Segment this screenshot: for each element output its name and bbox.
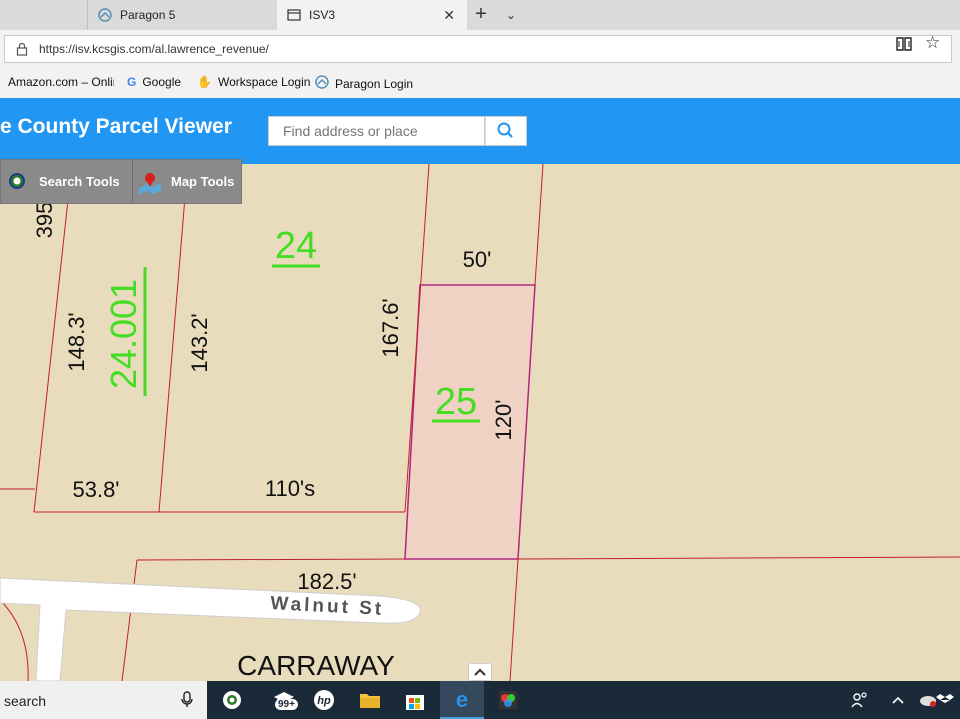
taskbar-search[interactable]: search [0, 681, 207, 719]
dimension-label: 120' [491, 400, 516, 441]
search-tools-label: Search Tools [39, 174, 120, 189]
reading-view-icon[interactable] [895, 36, 913, 52]
tab-label: Paragon 5 [120, 8, 176, 22]
dropbox-icon[interactable] [930, 681, 960, 719]
dimension-label: 148.3' [64, 312, 89, 371]
dimension-label: 110's [265, 476, 315, 501]
page-icon [287, 8, 301, 22]
dimension-label: 167.6' [378, 298, 403, 357]
url-field[interactable]: https://isv.kcsgis.com/al.lawrence_reven… [4, 35, 952, 63]
paragon-icon [98, 8, 112, 22]
tab-label: ISV3 [309, 8, 336, 22]
dimension-label: 50' [463, 247, 492, 272]
google-icon: G [127, 75, 137, 89]
parcel-map[interactable]: 24 24.001 25 395 148.3' 143.2' 167.6' 50… [0, 164, 960, 681]
mail-icon[interactable]: 99+ [262, 681, 306, 719]
dimension-label: 182.5' [297, 569, 356, 594]
store-icon[interactable] [393, 681, 437, 719]
paragon-icon [315, 75, 329, 92]
favorite-google[interactable]: G Google [127, 75, 181, 89]
tab-isv3[interactable]: ISV3 ✕ [277, 0, 467, 30]
svg-text:e: e [456, 688, 468, 710]
tab-bar: Paragon 5 ISV3 ✕ + ⌄ [0, 0, 960, 30]
app-title: e County Parcel Viewer [0, 115, 232, 138]
favorites-bar: Amazon.com – Onlin G Google ✋ Workspace … [0, 68, 960, 98]
lot-number-24001[interactable]: 24.001 [103, 279, 144, 389]
workspace-icon: ✋ [197, 75, 212, 89]
app-header: e County Parcel Viewer [0, 98, 960, 164]
notification-badge: 99+ [275, 699, 298, 710]
favorite-workspace[interactable]: ✋ Workspace Login [197, 75, 310, 89]
chevron-up-icon [474, 668, 486, 676]
tab-paragon[interactable]: Paragon 5 [87, 0, 277, 30]
search-icon [497, 122, 513, 138]
dimension-label: 53.8' [72, 477, 119, 502]
edge-icon[interactable]: e [440, 681, 484, 719]
favorite-paragon[interactable]: Paragon Login [315, 75, 413, 92]
search-button[interactable] [485, 116, 527, 146]
dimension-label: 143.2' [187, 313, 212, 372]
microphone-icon[interactable] [180, 691, 194, 709]
url-text: https://isv.kcsgis.com/al.lawrence_reven… [39, 42, 269, 56]
search-tools-icon [9, 172, 25, 189]
address-search-box[interactable] [268, 116, 485, 146]
lot-number-25[interactable]: 25 [435, 381, 477, 423]
lock-icon [16, 42, 28, 56]
tab-list-button[interactable]: ⌄ [500, 5, 522, 27]
hp-icon[interactable]: hp [302, 681, 346, 719]
map-tools-button[interactable]: Map Tools [132, 160, 243, 203]
photos-app-icon[interactable] [486, 681, 530, 719]
map-tools-icon [139, 172, 161, 194]
scroll-up-button[interactable] [468, 663, 492, 681]
favorite-star-icon[interactable]: ☆ [925, 33, 940, 53]
taskbar: search 99+ hp e [0, 681, 960, 719]
address-search-input[interactable] [281, 117, 485, 145]
search-tools-button[interactable]: Search Tools [1, 160, 131, 203]
new-tab-button[interactable]: + [470, 4, 492, 26]
address-bar: https://isv.kcsgis.com/al.lawrence_reven… [0, 30, 960, 68]
task-view-icon[interactable] [210, 681, 254, 719]
file-explorer-icon[interactable] [348, 681, 392, 719]
area-label: CARRAWAY [237, 650, 395, 681]
favorite-amazon[interactable]: Amazon.com – Onlin [8, 75, 114, 89]
taskbar-search-label: search [4, 693, 47, 709]
close-tab-icon[interactable]: ✕ [443, 7, 455, 24]
tools-toolbar: Search Tools Map Tools [0, 159, 242, 204]
dimension-label: 395 [32, 202, 57, 239]
lot-number-24[interactable]: 24 [275, 225, 317, 267]
svg-text:hp: hp [317, 695, 331, 707]
map-tools-label: Map Tools [171, 174, 235, 189]
